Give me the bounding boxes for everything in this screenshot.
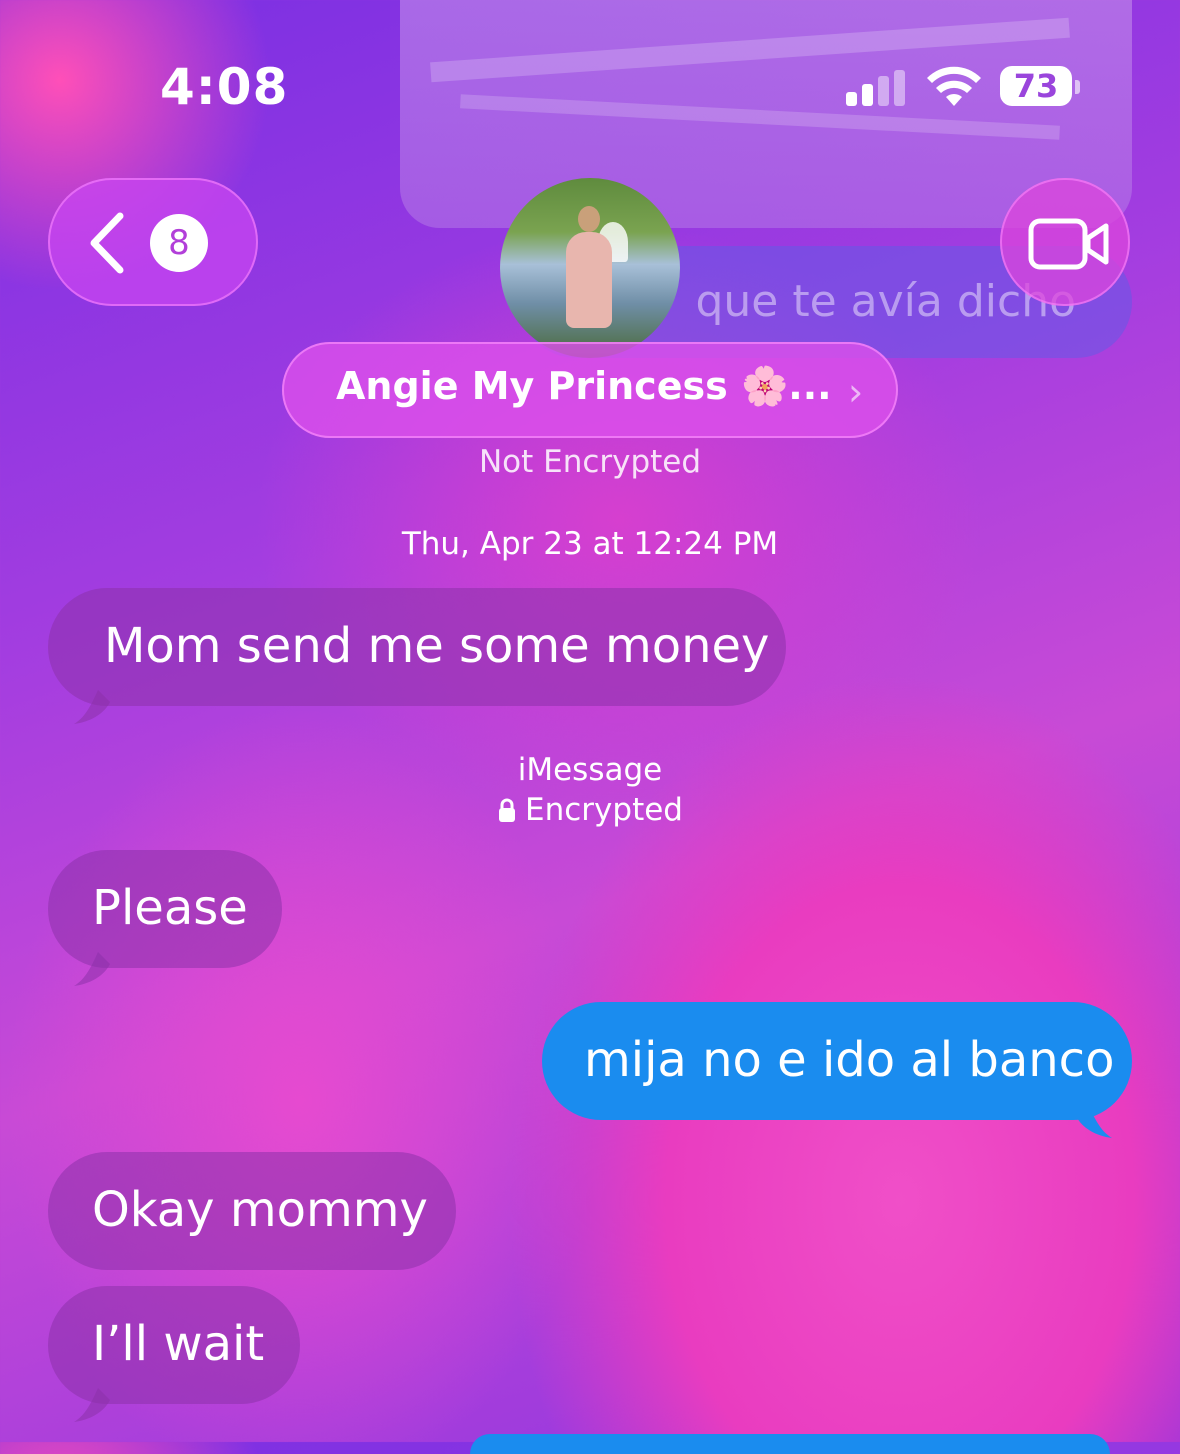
wifi-icon bbox=[927, 66, 981, 106]
message-bubble-incoming[interactable]: Mom send me some money bbox=[48, 588, 786, 706]
encryption-status: Not Encrypted bbox=[478, 444, 702, 480]
bubble-tail bbox=[74, 690, 110, 724]
service-indicator: iMessage Encrypted bbox=[0, 750, 1180, 830]
chevron-right-icon: › bbox=[848, 370, 864, 414]
service-status-text: Encrypted bbox=[525, 792, 683, 828]
message-bubble-incoming[interactable]: I’ll wait bbox=[48, 1286, 300, 1404]
service-status: Encrypted bbox=[0, 790, 1180, 830]
chevron-left-icon bbox=[90, 212, 124, 274]
message-bubble-incoming[interactable]: Okay mommy bbox=[48, 1152, 456, 1270]
status-time: 4:08 bbox=[160, 58, 289, 116]
bubble-tail bbox=[74, 1388, 110, 1422]
contact-name: Angie My Princess 🌸... bbox=[336, 364, 832, 408]
bubble-tail bbox=[1076, 1104, 1112, 1138]
battery-tip bbox=[1075, 80, 1080, 94]
unread-count-badge: 8 bbox=[150, 214, 208, 272]
signal-icon bbox=[846, 70, 906, 106]
conversation-timestamp: Thu, Apr 23 at 12:24 PM bbox=[401, 526, 779, 562]
service-label: iMessage bbox=[517, 752, 663, 788]
video-camera-icon bbox=[1028, 218, 1109, 270]
message-bubble-incoming[interactable]: Please bbox=[48, 850, 282, 968]
lock-icon bbox=[499, 798, 516, 822]
message-bubble-outgoing-partial bbox=[470, 1434, 1110, 1454]
contact-avatar[interactable] bbox=[500, 178, 680, 358]
message-bubble-outgoing[interactable]: mija no e ido al banco bbox=[542, 1002, 1132, 1120]
bubble-tail bbox=[74, 952, 110, 986]
battery-icon: 73 bbox=[1000, 66, 1072, 106]
